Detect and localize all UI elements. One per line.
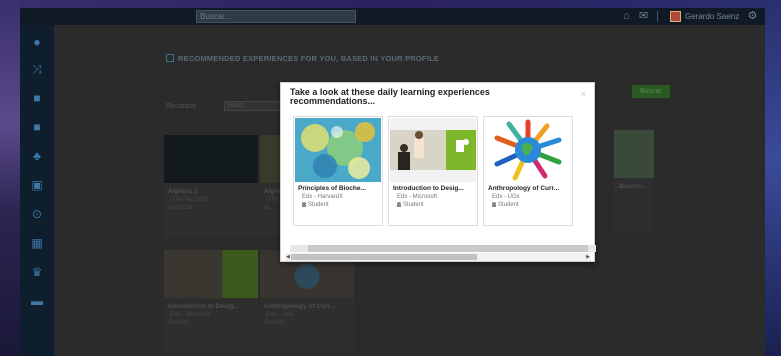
card-title: Principles of Bioche...: [298, 185, 366, 192]
scroll-right-arrow-icon[interactable]: ▶: [586, 253, 590, 261]
card-thumbnail: [614, 130, 654, 178]
card-title: ...Bioche...: [614, 183, 647, 190]
card-provider: Edx - Microsoft: [397, 194, 438, 200]
avatar[interactable]: [670, 11, 681, 22]
card-title: Introduction to Desig...: [168, 303, 239, 310]
recommendations-modal: Take a look at these daily learning expe…: [280, 82, 596, 262]
user-name[interactable]: Gerardo Saenz: [685, 11, 739, 22]
card-role: Student: [492, 202, 519, 208]
briefcase-icon-2: ■: [33, 120, 41, 134]
section-title: RECOMMENDED EXPERIENCES FOR YOU, BASED I…: [166, 54, 439, 63]
filter-label: Recursos: [166, 103, 196, 110]
user-icon: ●: [33, 35, 41, 49]
recommendation-card[interactable]: Anthropology of Curr... Edx - UGx Studen…: [483, 116, 573, 226]
card-role: Student: [397, 202, 424, 208]
card-role: Instructor: [168, 205, 194, 211]
card-provider: Edx - HarvardX: [302, 194, 344, 200]
top-bar: Buscar... ⌂ ✉ Gerardo Saenz ⚙: [20, 8, 765, 25]
shuffle-icon: ⤨: [32, 62, 42, 76]
recommendation-card[interactable]: Introduction to Desig... Edx - Microsoft…: [388, 116, 478, 226]
sidebar-item-portfolio[interactable]: ■: [20, 87, 54, 109]
user-icon: [492, 202, 496, 207]
modal-scrollbar[interactable]: ◀ ▶: [285, 253, 591, 261]
card-provider: UTN: [266, 197, 279, 203]
top-bar-divider: [657, 11, 658, 22]
calendar-grid-icon: ▦: [31, 236, 43, 250]
desktop-background-top: [0, 0, 781, 8]
gear-icon[interactable]: ⚙: [746, 10, 759, 23]
filter-select[interactable]: Select: [224, 101, 284, 111]
sidebar-item-tasks[interactable]: ⊙: [20, 203, 54, 225]
recommend-icon: [166, 54, 174, 62]
cards-scrollbar[interactable]: [290, 245, 596, 252]
card-role: In...: [264, 205, 275, 211]
calendar-icon: ▣: [31, 178, 43, 192]
groups-icon: ♣: [33, 149, 41, 163]
recommendation-cards: Principles of Bioche... Edx - HarvardX S…: [293, 116, 583, 228]
briefcase-icon: ■: [33, 91, 41, 105]
card-image: [485, 118, 571, 182]
card-thumbnail: [164, 135, 258, 183]
check-circle-icon: ⊙: [31, 207, 43, 221]
close-icon[interactable]: ×: [581, 89, 586, 99]
recommendation-card[interactable]: Principles of Bioche... Edx - HarvardX S…: [293, 116, 383, 226]
modal-title: Take a look at these daily learning expe…: [290, 87, 490, 106]
desktop-background-left: [0, 0, 20, 356]
card-provider: Edx - UGx: [266, 312, 294, 318]
card-role: Student: [264, 320, 285, 326]
sidebar-item-schedule[interactable]: ▦: [20, 232, 54, 254]
sidebar-item-shuffle[interactable]: ⤨: [20, 58, 54, 80]
card-thumbnail: [164, 250, 258, 298]
card-title: Algebra 1: [168, 188, 198, 195]
scroll-left-arrow-icon[interactable]: ◀: [286, 253, 290, 261]
card-title: Anthropology of Curr...: [264, 303, 336, 310]
card-title: Introduction to Desig...: [393, 185, 464, 192]
inbox-icon: ▬: [31, 294, 43, 308]
card-image: [295, 118, 381, 182]
sidebar-item-inbox[interactable]: ▬: [20, 290, 54, 312]
sidebar-item-calendar[interactable]: ▣: [20, 174, 54, 196]
user-icon: [397, 202, 401, 207]
card-title: Anthropology of Curr...: [488, 185, 560, 192]
card-provider: Edx - UGx: [492, 194, 520, 200]
search-input[interactable]: Buscar...: [196, 10, 356, 23]
cards-scrollbar-thumb[interactable]: [308, 245, 588, 252]
user-icon: [302, 202, 306, 207]
mail-icon[interactable]: ✉: [637, 10, 650, 23]
sidebar-item-groups[interactable]: ♣: [20, 145, 54, 167]
trophy-icon: ♛: [31, 265, 43, 279]
background-card[interactable]: Anthropology of Curr... Edx - UGx Studen…: [260, 250, 354, 352]
sidebar-item-profile[interactable]: ●: [20, 31, 54, 53]
card-provider: Edx - Microsoft: [170, 312, 211, 318]
sidebar-item-jobs[interactable]: ■: [20, 116, 54, 138]
background-card[interactable]: Introduction to Desig... Edx - Microsoft…: [164, 250, 258, 352]
background-card[interactable]: ...Bioche...: [614, 130, 654, 232]
background-card[interactable]: Algebra 1 UTN-Tac DMS Instructor: [164, 135, 258, 237]
card-role: Student: [168, 320, 189, 326]
card-image: [390, 118, 476, 182]
card-provider: UTN-Tac DMS: [170, 197, 209, 203]
sidebar: ● ⤨ ■ ■ ♣ ▣ ⊙ ▦ ♛ ▬: [20, 25, 54, 356]
home-icon[interactable]: ⌂: [620, 10, 633, 23]
card-role: Student: [302, 202, 329, 208]
desktop-background-right: [765, 0, 781, 356]
sidebar-item-achievements[interactable]: ♛: [20, 261, 54, 283]
modal-scrollbar-thumb[interactable]: [291, 254, 477, 260]
action-button[interactable]: Buscar: [632, 85, 670, 98]
